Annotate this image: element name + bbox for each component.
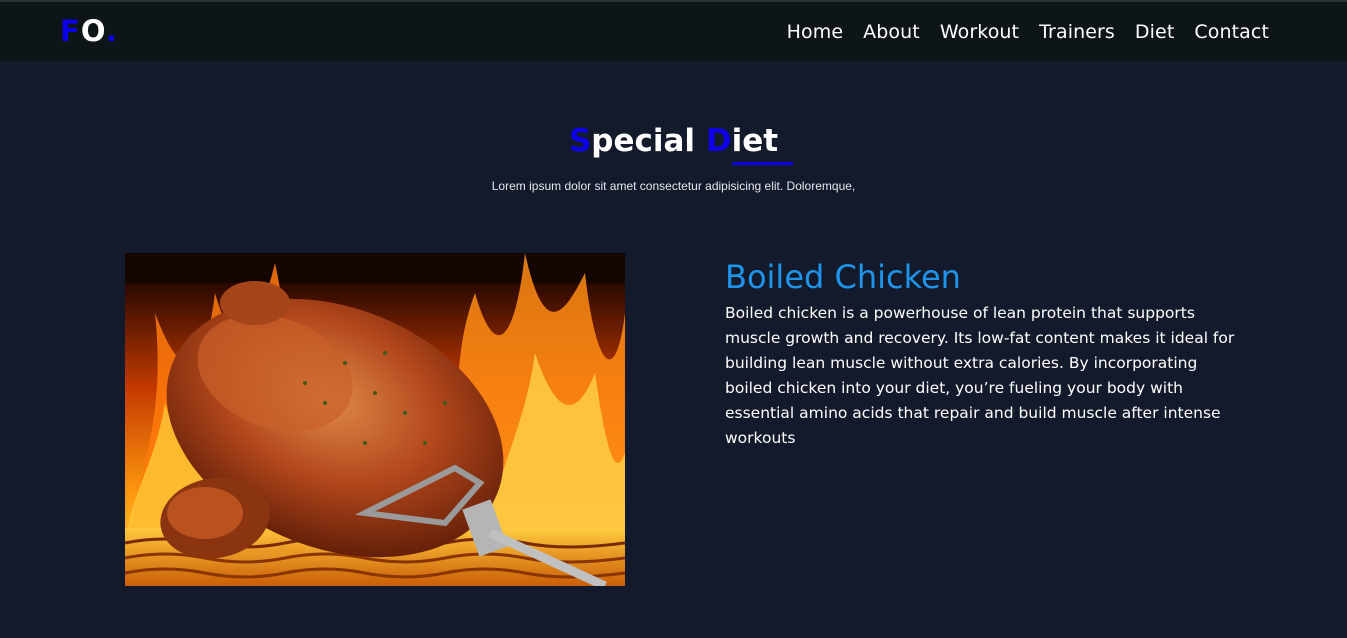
nav-link-home[interactable]: Home [787, 19, 844, 45]
nav-link-trainers[interactable]: Trainers [1039, 19, 1115, 45]
nav-link-workout[interactable]: Workout [940, 19, 1019, 45]
roast-chicken-illustration [125, 253, 625, 586]
nav-link-about[interactable]: About [863, 19, 920, 45]
nav-link-diet[interactable]: Diet [1135, 19, 1174, 45]
title-text-part2: iet [731, 123, 779, 159]
section-title: Special Diet [0, 120, 1347, 162]
title-accent-letter-s: S [568, 123, 592, 159]
dish-title: Boiled Chicken [725, 258, 961, 296]
chicken-image [125, 253, 625, 586]
section-subtitle: Lorem ipsum dolor sit amet consectetur a… [491, 179, 856, 193]
main-nav: Home About Workout Trainers Diet Contact [787, 19, 1269, 45]
logo-letter-o: O [80, 14, 106, 48]
logo-dot: . [105, 14, 118, 48]
navbar: FO. Home About Workout Trainers Diet Con… [0, 2, 1347, 61]
title-text-part1: pecial [591, 123, 706, 159]
dish-description: Boiled chicken is a powerhouse of lean p… [725, 304, 1235, 447]
title-underline [732, 162, 793, 165]
logo-letter-f: F [60, 14, 81, 48]
nav-link-contact[interactable]: Contact [1194, 19, 1269, 45]
brand-logo[interactable]: FO. [60, 14, 118, 48]
title-accent-letter-d: D [705, 123, 732, 159]
